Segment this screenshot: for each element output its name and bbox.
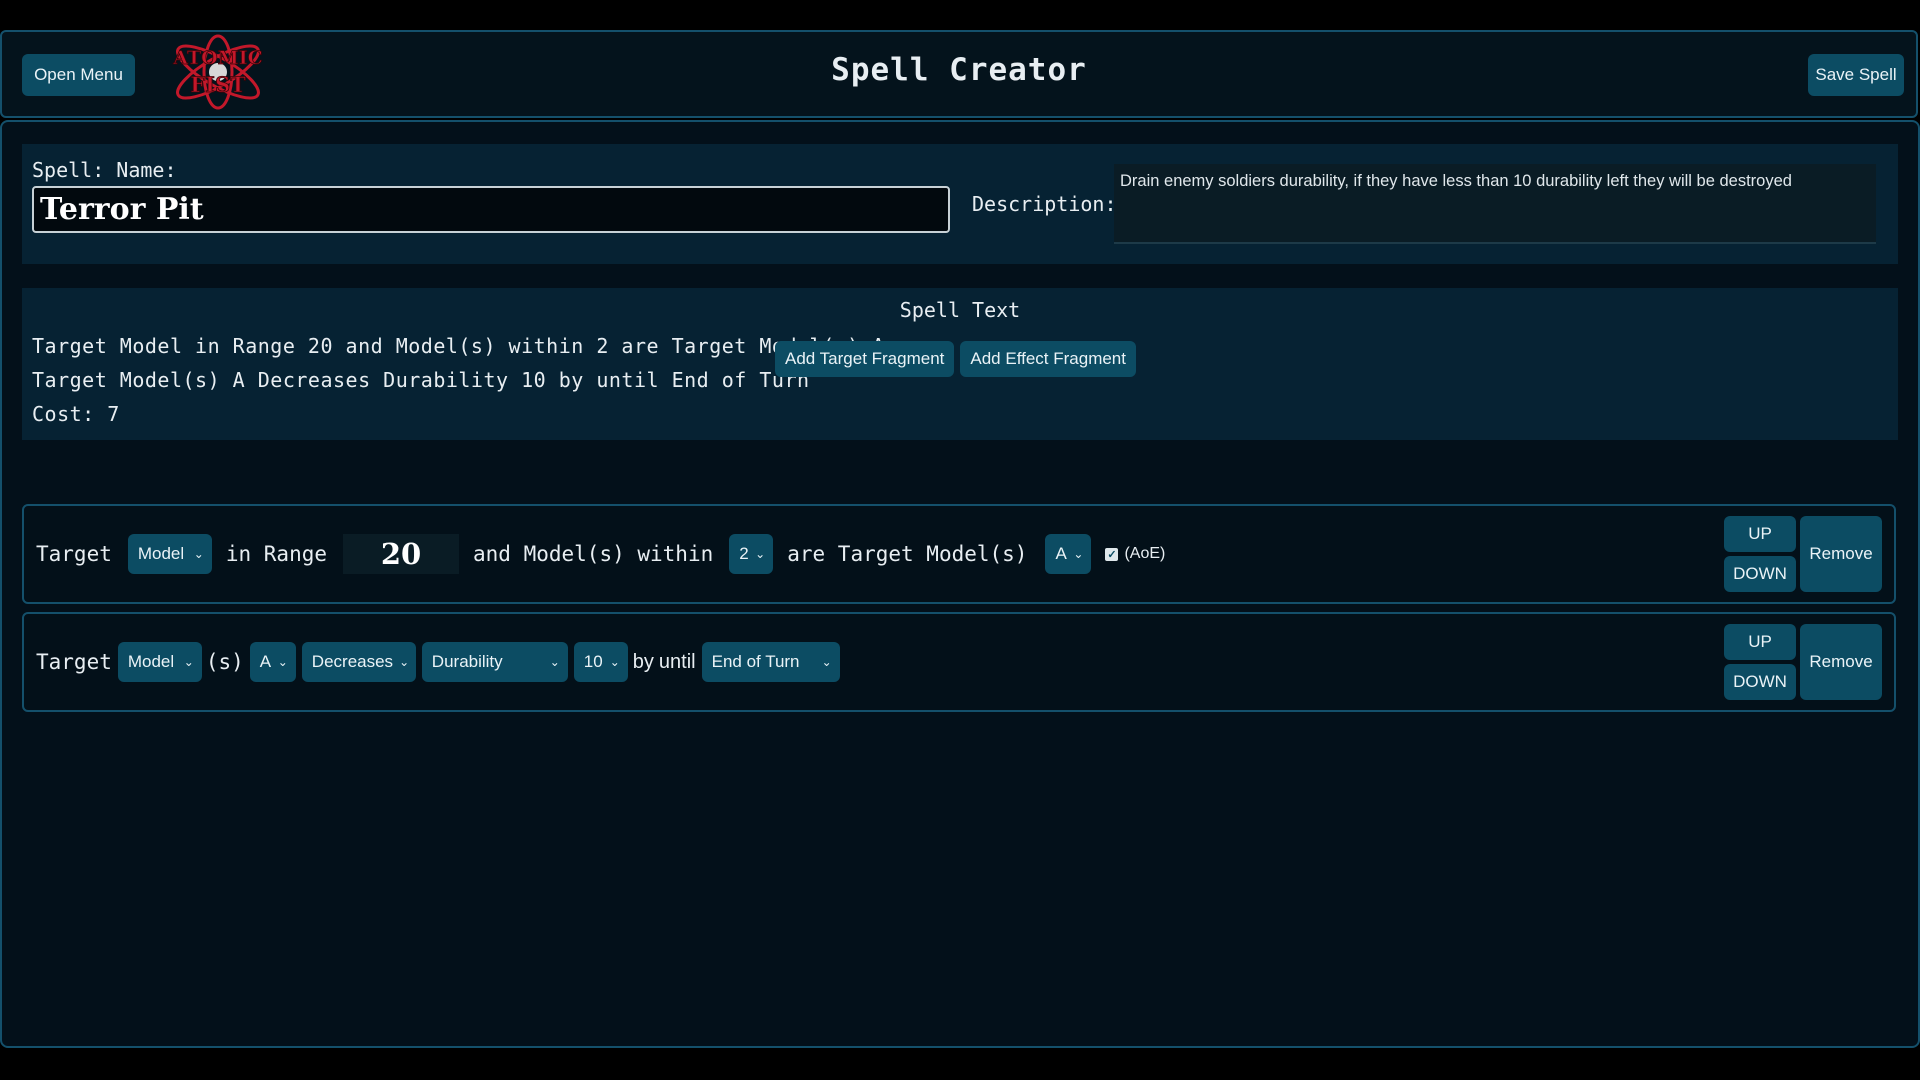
spell-text-title: Spell Text bbox=[899, 298, 1021, 322]
chevron-down-icon: ⌄ bbox=[183, 655, 194, 669]
spell-name-input[interactable]: Terror Pit bbox=[32, 186, 950, 233]
duration-select[interactable]: End of Turn ⌄ bbox=[701, 642, 840, 682]
range-input[interactable]: 20 bbox=[343, 534, 460, 574]
fragment-text: Target bbox=[36, 650, 112, 674]
effect-fragment: Target Model ⌄ (s) A ⌄ Decreases ⌄ Durabili… bbox=[22, 612, 1896, 712]
reorder-controls: UP DOWN bbox=[1724, 624, 1796, 700]
amount-select[interactable]: 10 ⌄ bbox=[573, 642, 628, 682]
reorder-controls: UP DOWN bbox=[1724, 516, 1796, 592]
stat-select-value: Durability bbox=[431, 652, 503, 671]
fragment-text: Target bbox=[36, 542, 112, 566]
spell-name-label: Spell: Name: bbox=[32, 158, 177, 182]
stat-select[interactable]: Durability ⌄ bbox=[421, 642, 568, 682]
chevron-down-icon: ⌄ bbox=[549, 655, 560, 669]
add-effect-fragment-button[interactable]: Add Effect Fragment bbox=[960, 341, 1136, 377]
within-select[interactable]: 2 ⌄ bbox=[729, 534, 774, 574]
chevron-down-icon: ⌄ bbox=[277, 655, 288, 669]
remove-fragment-button[interactable]: Remove bbox=[1800, 516, 1882, 592]
spell-cost: Cost: 7 bbox=[32, 402, 120, 426]
spell-text-line-2: Target Model(s) A Decreases Durability 1… bbox=[32, 368, 810, 392]
add-target-fragment-button[interactable]: Add Target Fragment bbox=[775, 341, 955, 377]
spell-text-line-1: Target Model in Range 20 and Model(s) wi… bbox=[32, 334, 885, 358]
target-fragment: Target Model ⌄ in Range 20 and Model(s) w… bbox=[22, 504, 1896, 604]
model-select[interactable]: Model ⌄ bbox=[117, 642, 202, 682]
group-select[interactable]: A ⌄ bbox=[249, 642, 296, 682]
save-spell-button[interactable]: Save Spell bbox=[1808, 54, 1904, 96]
fragment-text: until bbox=[658, 650, 696, 673]
model-select[interactable]: Model ⌄ bbox=[127, 534, 212, 574]
chevron-down-icon: ⌄ bbox=[399, 655, 410, 669]
duration-select-value: End of Turn bbox=[711, 652, 800, 671]
aoe-label: (AoE) bbox=[1124, 545, 1166, 562]
model-select-value: Model bbox=[127, 652, 175, 671]
move-up-button[interactable]: UP bbox=[1724, 624, 1796, 660]
group-select-value: A bbox=[1055, 544, 1067, 563]
model-select-value: Model bbox=[137, 544, 185, 563]
app-header: Open Menu ATOMIC FIST Spell Creator Save… bbox=[0, 30, 1918, 118]
page-title: Spell Creator bbox=[831, 52, 1087, 88]
fragment-text: in Range bbox=[225, 542, 328, 566]
amount-select-value: 10 bbox=[583, 652, 603, 671]
group-select-value: A bbox=[259, 652, 272, 671]
chevron-down-icon: ⌄ bbox=[193, 547, 204, 561]
fragment-text: (s) bbox=[205, 650, 244, 674]
within-select-value: 2 bbox=[739, 544, 749, 563]
chevron-down-icon: ⌄ bbox=[1073, 547, 1084, 561]
spell-info-panel: Spell: Name: Terror Pit Description: Dra… bbox=[22, 144, 1898, 264]
fragment-text: are Target Model(s) bbox=[787, 542, 1028, 566]
aoe-checkbox[interactable]: ✓ (AoE) bbox=[1105, 545, 1165, 563]
move-down-button[interactable]: DOWN bbox=[1724, 556, 1796, 592]
change-select[interactable]: Decreases ⌄ bbox=[301, 642, 416, 682]
remove-fragment-button[interactable]: Remove bbox=[1800, 624, 1882, 700]
fragment-actions: Add Target Fragment Add Effect Fragment bbox=[775, 341, 1136, 377]
chevron-down-icon: ⌄ bbox=[755, 547, 766, 561]
chevron-down-icon: ⌄ bbox=[821, 655, 832, 669]
checkmark-icon: ✓ bbox=[1105, 547, 1119, 561]
move-down-button[interactable]: DOWN bbox=[1724, 664, 1796, 700]
description-label: Description: bbox=[972, 192, 1117, 216]
chevron-down-icon: ⌄ bbox=[609, 655, 620, 669]
fragment-text: by bbox=[632, 650, 654, 673]
description-textarea[interactable]: Drain enemy soldiers durability, if they… bbox=[1114, 164, 1876, 244]
move-up-button[interactable]: UP bbox=[1724, 516, 1796, 552]
group-select[interactable]: A ⌄ bbox=[1045, 534, 1092, 574]
change-select-value: Decreases bbox=[311, 652, 394, 671]
fragment-text: and Model(s) within bbox=[473, 542, 714, 566]
